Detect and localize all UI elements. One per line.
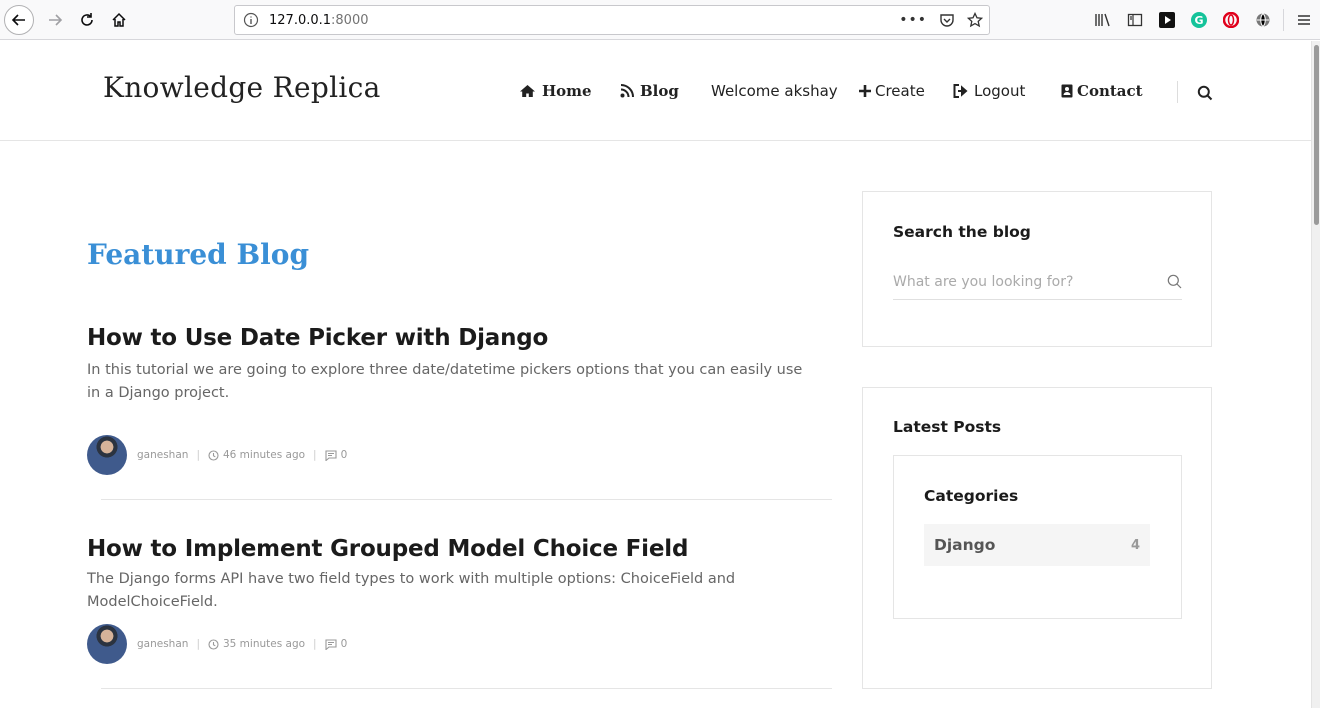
comment-icon xyxy=(325,638,337,650)
pocket-icon[interactable] xyxy=(939,12,955,28)
home-icon xyxy=(520,85,535,97)
reload-button[interactable] xyxy=(72,5,102,35)
search-icon xyxy=(1197,85,1213,101)
page-scrollbar[interactable] xyxy=(1311,41,1320,708)
category-name: Django xyxy=(934,536,996,554)
author-name[interactable]: ganeshan xyxy=(137,449,188,461)
post-divider xyxy=(101,499,832,500)
play-extension-icon[interactable] xyxy=(1151,12,1183,28)
clock-icon xyxy=(208,449,219,461)
home-icon xyxy=(112,12,126,27)
post-excerpt: The Django forms API have two field type… xyxy=(87,571,736,610)
forward-button[interactable] xyxy=(40,5,70,35)
latest-posts-widget: Latest Posts Categories Django 4 xyxy=(862,387,1212,689)
url-text[interactable]: 127.0.0.1:8000 xyxy=(269,13,369,28)
scrollbar-thumb[interactable] xyxy=(1314,45,1319,225)
post-time: 35 minutes ago xyxy=(222,638,306,650)
search-widget-title: Search the blog xyxy=(893,223,1031,241)
sidebar-icon[interactable] xyxy=(1119,12,1151,28)
post-title[interactable]: How to Use Date Picker with Django xyxy=(87,325,857,351)
info-icon[interactable] xyxy=(243,12,259,32)
nav-contact[interactable]: Contact xyxy=(1061,82,1143,100)
category-item[interactable]: Django 4 xyxy=(924,524,1150,566)
url-bar[interactable]: 127.0.0.1:8000 ••• xyxy=(234,5,990,35)
nav-welcome: Welcome akshay xyxy=(711,82,838,100)
nav-blog[interactable]: Blog xyxy=(620,82,679,100)
sidebar-search-input[interactable] xyxy=(893,268,1153,296)
opera-extension-icon[interactable] xyxy=(1215,12,1247,28)
search-icon[interactable] xyxy=(1167,274,1182,293)
featured-blog-heading: Featured Blog xyxy=(87,238,310,271)
comment-icon xyxy=(325,449,337,461)
contact-card-icon xyxy=(1061,84,1073,98)
categories-title: Categories xyxy=(924,487,1019,505)
plus-icon xyxy=(859,85,871,97)
post-excerpt: In this tutorial we are going to explore… xyxy=(87,362,803,401)
author-avatar[interactable] xyxy=(87,435,127,475)
bookmark-star-icon[interactable] xyxy=(967,12,983,28)
blog-post: How to Use Date Picker with Django In th… xyxy=(87,325,857,475)
globe-extension-icon[interactable] xyxy=(1247,12,1279,28)
library-icon[interactable] xyxy=(1087,12,1119,28)
sidebar-search-field xyxy=(893,268,1182,300)
nav-divider xyxy=(1177,81,1178,103)
post-title[interactable]: How to Implement Grouped Model Choice Fi… xyxy=(87,536,857,562)
latest-posts-title: Latest Posts xyxy=(893,418,1002,436)
category-count: 4 xyxy=(1130,537,1140,553)
clock-icon xyxy=(208,638,219,650)
nav-create[interactable]: Create xyxy=(858,82,925,100)
post-comments[interactable]: 0 xyxy=(325,449,347,461)
menu-icon[interactable] xyxy=(1288,12,1320,28)
blog-post: How to Implement Grouped Model Choice Fi… xyxy=(87,536,857,664)
post-divider xyxy=(101,688,832,689)
arrow-right-icon xyxy=(49,14,63,26)
web-page: Knowledge Replica Home Blog Welcome aksh… xyxy=(0,41,1320,708)
back-button[interactable] xyxy=(4,5,34,35)
reload-icon xyxy=(81,13,93,26)
header-search-button[interactable] xyxy=(1197,85,1213,105)
categories-box: Categories Django 4 xyxy=(893,455,1182,619)
author-name[interactable]: ganeshan xyxy=(137,638,188,650)
post-meta: ganeshan | 35 minutes ago | 0 xyxy=(87,624,347,664)
nav-logout[interactable]: Logout xyxy=(953,82,1025,100)
more-actions-icon[interactable]: ••• xyxy=(899,12,927,28)
search-widget: Search the blog xyxy=(862,191,1212,347)
svg-text:G: G xyxy=(1194,14,1203,27)
arrow-left-icon xyxy=(11,14,25,26)
home-button[interactable] xyxy=(104,5,134,35)
site-logo[interactable]: Knowledge Replica xyxy=(103,71,381,104)
sign-out-icon xyxy=(953,84,968,98)
site-header: Knowledge Replica Home Blog Welcome aksh… xyxy=(0,41,1311,141)
nav-home[interactable]: Home xyxy=(519,82,592,100)
author-avatar[interactable] xyxy=(87,624,127,664)
grammarly-icon[interactable]: G xyxy=(1183,12,1215,28)
post-time: 46 minutes ago xyxy=(222,449,306,461)
post-meta: ganeshan | 46 minutes ago | 0 xyxy=(87,435,347,475)
rss-icon xyxy=(620,84,634,98)
browser-toolbar: 127.0.0.1:8000 ••• G xyxy=(0,0,1320,40)
post-comments[interactable]: 0 xyxy=(325,638,347,650)
